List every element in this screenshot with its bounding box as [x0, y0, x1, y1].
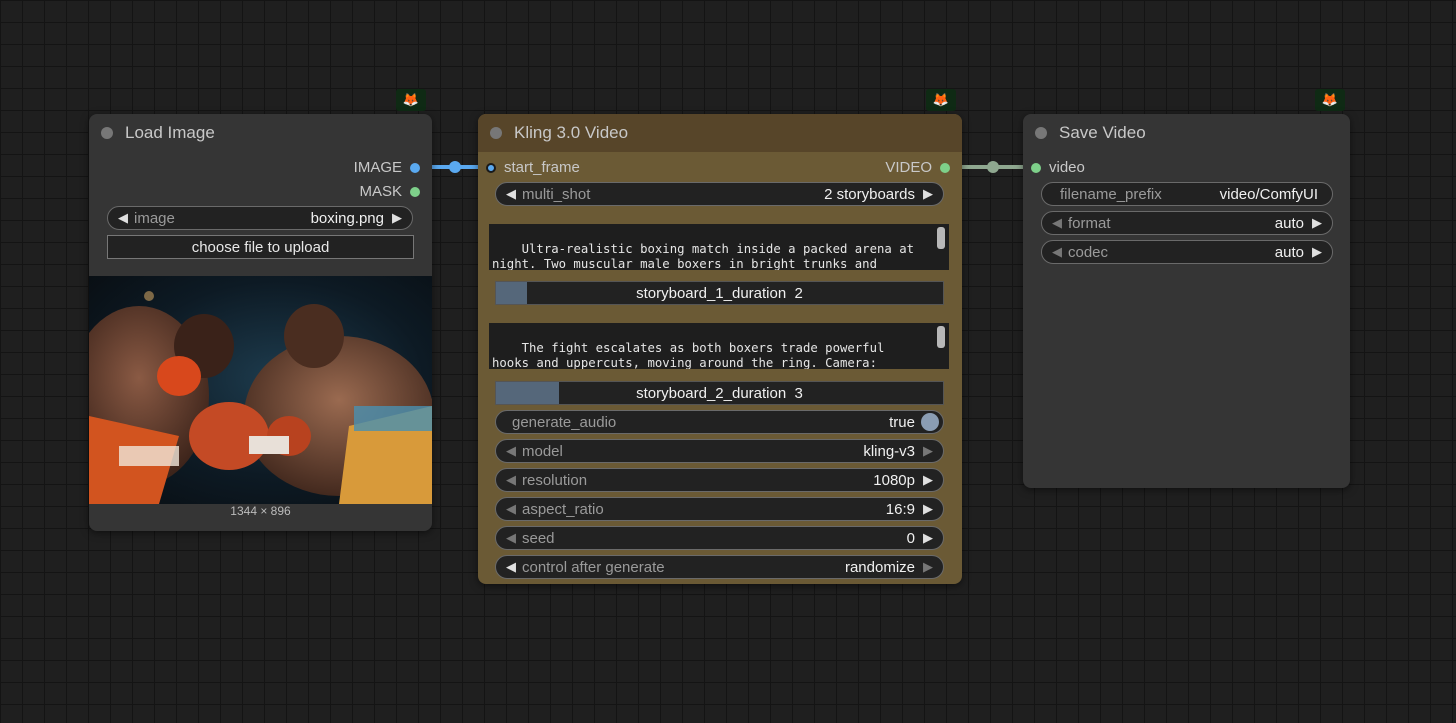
slot-dot-icon[interactable] [486, 162, 496, 173]
slider-fill [496, 382, 559, 404]
node-kling-video[interactable]: Kling 3.0 Video start_frame VIDEO ◀ mult… [478, 114, 962, 584]
aspect-ratio-combo[interactable]: ◀ aspect_ratio 16:9 ▶ [495, 497, 944, 521]
multi-shot-combo[interactable]: ◀ multi_shot 2 storyboards ▶ [495, 182, 944, 206]
output-slot-mask[interactable]: MASK [359, 183, 420, 200]
collapse-dot-icon[interactable] [1035, 127, 1047, 139]
node-header[interactable]: Save Video [1023, 114, 1350, 152]
image-preview [89, 276, 432, 504]
collapse-dot-icon[interactable] [490, 127, 502, 139]
input-slot-start-frame[interactable]: start_frame [486, 159, 580, 176]
boxing-photo [89, 291, 432, 504]
control-after-generate-combo[interactable]: ◀ control after generate randomize ▶ [495, 555, 944, 579]
codec-combo[interactable]: ◀ codec auto ▶ [1041, 240, 1333, 264]
arrow-right-icon[interactable]: ▶ [1310, 244, 1324, 260]
node-title: Save Video [1059, 123, 1146, 142]
scrollbar[interactable] [937, 227, 945, 249]
arrow-left-icon[interactable]: ◀ [1050, 244, 1064, 260]
collapse-dot-icon[interactable] [101, 127, 113, 139]
arrow-right-icon[interactable]: ▶ [921, 443, 935, 459]
arrow-right-icon[interactable]: ▶ [921, 501, 935, 517]
upload-button[interactable]: choose file to upload [107, 235, 414, 259]
arrow-left-icon[interactable]: ◀ [116, 210, 130, 226]
storyboard-1-prompt[interactable]: Ultra-realistic boxing match inside a pa… [489, 224, 949, 270]
slot-dot-icon[interactable] [1031, 162, 1041, 173]
fox-icon: 🦊 [1315, 89, 1345, 111]
output-slot-image[interactable]: IMAGE [354, 159, 420, 176]
fox-icon: 🦊 [396, 89, 426, 111]
resolution-combo[interactable]: ◀ resolution 1080p ▶ [495, 468, 944, 492]
toggle-knob-icon[interactable] [921, 413, 939, 431]
arrow-left-icon[interactable]: ◀ [1050, 215, 1064, 231]
storyboard-2-duration-slider[interactable]: storyboard_2_duration 3 [495, 381, 944, 405]
arrow-left-icon[interactable]: ◀ [504, 530, 518, 546]
generate-audio-toggle[interactable]: generate_audio true [495, 410, 944, 434]
arrow-left-icon[interactable]: ◀ [504, 501, 518, 517]
slider-fill [496, 282, 528, 304]
model-combo[interactable]: ◀ model kling-v3 ▶ [495, 439, 944, 463]
arrow-right-icon[interactable]: ▶ [921, 472, 935, 488]
node-load-image[interactable]: Load Image IMAGE MASK ◀ image boxing.png… [89, 114, 432, 531]
arrow-left-icon[interactable]: ◀ [504, 186, 518, 202]
arrow-left-icon[interactable]: ◀ [504, 472, 518, 488]
scrollbar[interactable] [937, 326, 945, 348]
node-title: Kling 3.0 Video [514, 123, 629, 142]
slot-dot-icon[interactable] [940, 162, 950, 173]
arrow-right-icon[interactable]: ▶ [390, 210, 404, 226]
image-dimensions: 1344 × 896 [230, 504, 291, 518]
seed-number[interactable]: ◀ seed 0 ▶ [495, 526, 944, 550]
slot-dot-icon[interactable] [410, 162, 420, 173]
arrow-right-icon[interactable]: ▶ [921, 186, 935, 202]
fox-icon: 🦊 [926, 89, 956, 111]
arrow-right-icon[interactable]: ▶ [1310, 215, 1324, 231]
input-slot-video[interactable]: video [1031, 159, 1085, 176]
arrow-left-icon[interactable]: ◀ [504, 443, 518, 459]
output-slot-video[interactable]: VIDEO [885, 159, 950, 176]
storyboard-2-prompt[interactable]: The fight escalates as both boxers trade… [489, 323, 949, 369]
node-save-video[interactable]: Save Video video filename_prefix video/C… [1023, 114, 1350, 488]
node-header[interactable]: Kling 3.0 Video [478, 114, 962, 152]
slot-dot-icon[interactable] [410, 186, 420, 197]
image-combo[interactable]: ◀ image boxing.png ▶ [107, 206, 413, 230]
storyboard-1-duration-slider[interactable]: storyboard_1_duration 2 [495, 281, 944, 305]
node-title: Load Image [125, 123, 215, 142]
arrow-right-icon[interactable]: ▶ [921, 559, 935, 575]
node-header[interactable]: Load Image [89, 114, 432, 152]
filename-prefix-input[interactable]: filename_prefix video/ComfyUI [1041, 182, 1333, 206]
arrow-right-icon[interactable]: ▶ [921, 530, 935, 546]
arrow-left-icon[interactable]: ◀ [504, 559, 518, 575]
format-combo[interactable]: ◀ format auto ▶ [1041, 211, 1333, 235]
